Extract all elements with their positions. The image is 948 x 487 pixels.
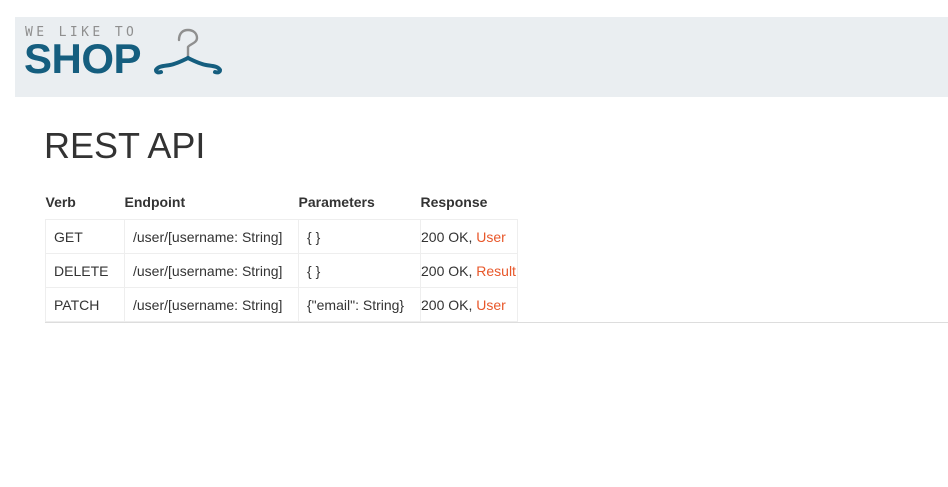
endpoint-cell: /user/[username: String]: [124, 219, 299, 254]
endpoint-cell: /user/[username: String]: [124, 253, 299, 288]
section-divider: [45, 322, 948, 323]
response-cell: 200 OK, User: [420, 219, 518, 254]
table-header-row: Verb Endpoint Parameters Response: [46, 185, 518, 220]
response-type-link[interactable]: Result: [476, 263, 516, 279]
response-status: 200 OK,: [421, 262, 477, 279]
page-title: REST API: [44, 125, 206, 166]
response-type-link[interactable]: User: [476, 229, 506, 245]
table-row: GET /user/[username: String] { } 200 OK,…: [45, 219, 518, 254]
verb-cell: DELETE: [45, 253, 125, 288]
hanger-icon: [153, 28, 222, 75]
response-status: 200 OK,: [421, 228, 477, 245]
endpoint-cell: /user/[username: String]: [124, 287, 299, 322]
table-row: PATCH /user/[username: String] {"email":…: [45, 287, 518, 322]
api-table: Verb Endpoint Parameters Response GET /u…: [45, 185, 518, 322]
response-status: 200 OK,: [421, 296, 477, 313]
parameters-cell: { }: [298, 253, 421, 288]
logo-wordmark: SHOP: [24, 35, 142, 82]
response-cell: 200 OK, User: [420, 287, 518, 322]
response-type-link[interactable]: User: [476, 297, 506, 313]
site-logo[interactable]: WE LIKE TO SHOP: [24, 25, 225, 85]
parameters-cell: {"email": String}: [298, 287, 421, 322]
verb-cell: GET: [45, 219, 125, 254]
column-header-response: Response: [420, 194, 488, 210]
site-header: WE LIKE TO SHOP: [15, 17, 948, 97]
column-header-verb: Verb: [45, 194, 76, 210]
response-cell: 200 OK, Result: [420, 253, 518, 288]
verb-cell: PATCH: [45, 287, 125, 322]
table-row: DELETE /user/[username: String] { } 200 …: [45, 253, 518, 288]
column-header-endpoint: Endpoint: [124, 194, 186, 210]
column-header-parameters: Parameters: [298, 194, 375, 210]
parameters-cell: { }: [298, 219, 421, 254]
